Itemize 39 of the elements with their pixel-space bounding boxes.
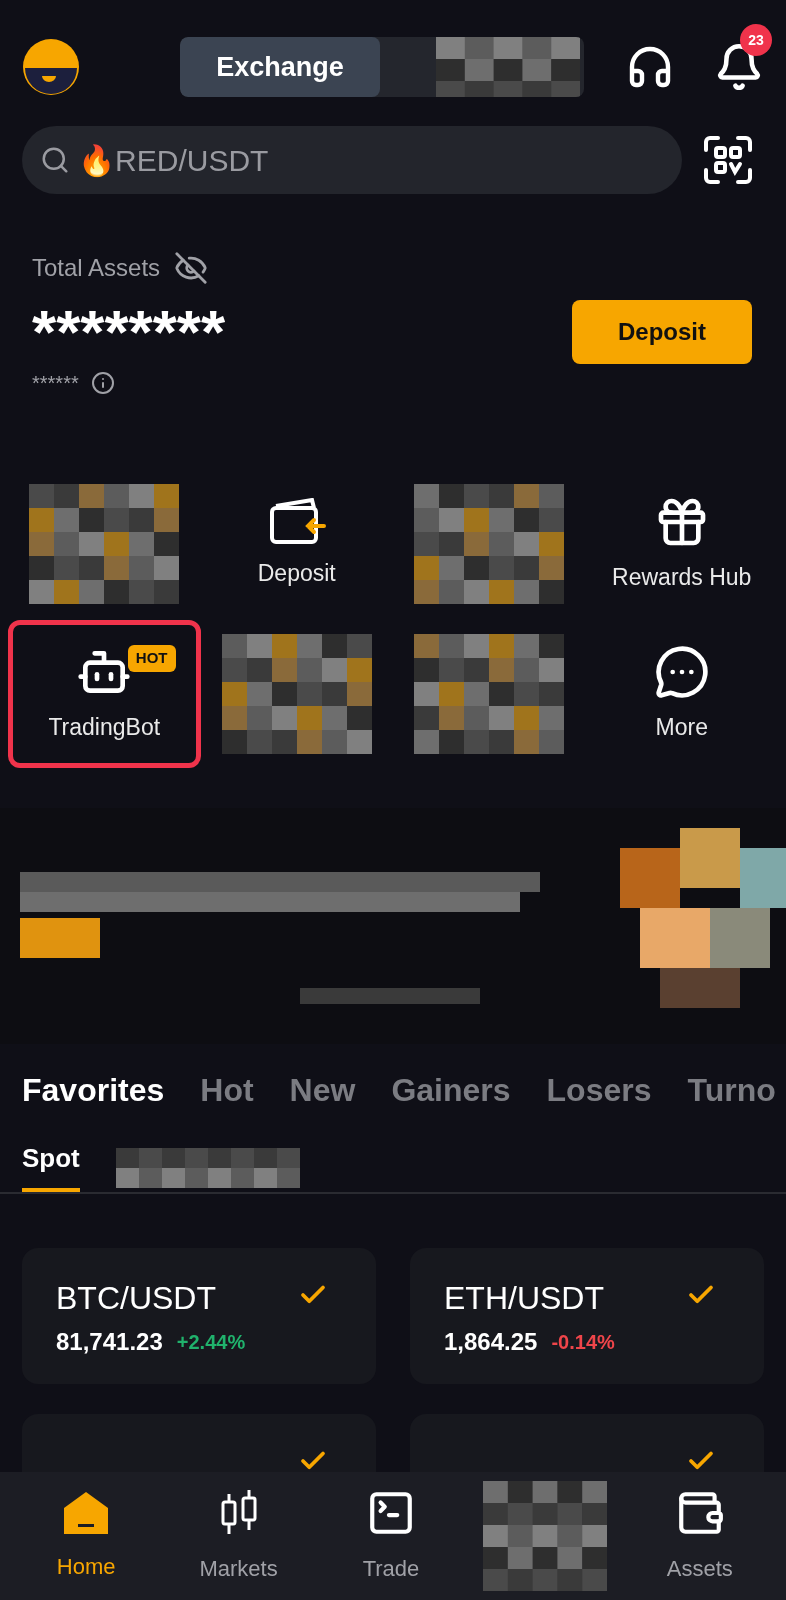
exchange-tab[interactable]: Exchange <box>180 37 380 97</box>
shortcut-item[interactable]: HOT TradingBot <box>8 620 201 768</box>
search-field[interactable]: 🔥RED/USDT <box>78 137 664 183</box>
market-tab[interactable]: Favorites <box>22 1066 165 1114</box>
info-icon[interactable] <box>90 371 115 395</box>
pair-card[interactable]: ETH/USDT 1,864.25 -0.14% <box>410 1248 764 1384</box>
deposit-button[interactable]: Deposit <box>572 300 752 364</box>
market-tab[interactable]: New <box>289 1066 356 1114</box>
market-tab[interactable]: Gainers <box>391 1066 511 1114</box>
shortcut-item[interactable]: Rewards Hub <box>585 470 778 618</box>
market-tab[interactable]: Losers <box>546 1066 652 1114</box>
balance-amount: ******** <box>32 301 226 363</box>
scan-icon[interactable] <box>702 134 754 186</box>
market-tab[interactable]: Turno <box>687 1066 776 1114</box>
nav-tab[interactable]: Home <box>26 1489 147 1583</box>
notification-badge: 23 <box>740 24 772 56</box>
hide-balance-icon[interactable] <box>174 251 209 285</box>
avatar-icon[interactable] <box>22 38 80 96</box>
shortcut-item[interactable]: More <box>585 620 778 768</box>
nav-tab[interactable]: Assets <box>639 1487 760 1585</box>
wallet-arrow-icon <box>267 497 326 546</box>
price-change: +2.44% <box>176 1330 246 1355</box>
pair-name: BTC/USDT <box>56 1282 217 1314</box>
total-assets-label: Total Assets <box>32 253 161 283</box>
sub-balance: ****** <box>32 371 79 396</box>
chat-dots-icon <box>653 643 710 700</box>
price-change: -0.14% <box>551 1330 615 1355</box>
pair-card[interactable]: BTC/USDT 81,741.23 +2.44% <box>22 1248 376 1384</box>
pair-name: ETH/USDT <box>444 1282 605 1314</box>
home-icon <box>62 1489 111 1536</box>
shortcut-item[interactable]: Deposit <box>200 470 393 618</box>
market-tab[interactable]: Hot <box>200 1066 254 1114</box>
nav-tab[interactable]: Markets <box>178 1487 299 1585</box>
pair-price: 81,741.23 <box>56 1327 163 1357</box>
nav-tab[interactable]: Trade <box>330 1487 451 1585</box>
search-bar[interactable]: 🔥RED/USDT <box>22 126 682 194</box>
spot-tab[interactable]: Spot <box>22 1139 80 1192</box>
pair-price: 1,864.25 <box>444 1327 538 1357</box>
hot-badge: HOT <box>127 645 176 672</box>
